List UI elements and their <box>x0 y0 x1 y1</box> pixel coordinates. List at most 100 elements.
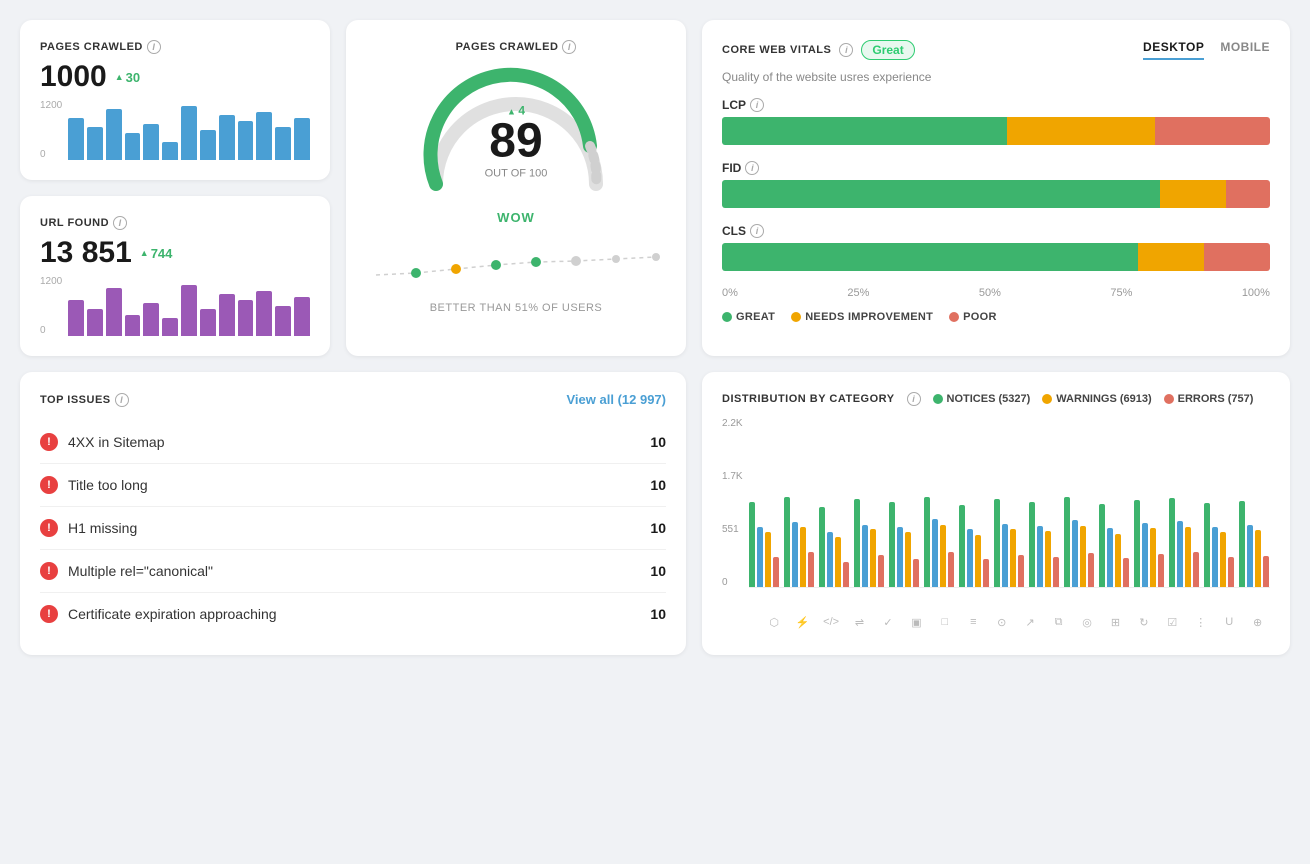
dist-bar <box>1142 523 1148 587</box>
issue-error-icon: ! <box>40 433 58 451</box>
dist-bar <box>1150 528 1156 587</box>
dist-bar <box>808 552 814 587</box>
bar <box>181 285 197 336</box>
cls-red-seg <box>1204 243 1270 271</box>
issue-name-0: 4XX in Sitemap <box>68 434 640 450</box>
dist-col <box>819 507 850 587</box>
dist-legend-notices: NOTICES (5327) <box>933 393 1031 405</box>
cwv-cls-label: CLS i <box>722 224 1270 238</box>
bar <box>219 294 235 336</box>
dist-bar <box>1193 552 1199 587</box>
pages-crawled-y-labels: 1200 0 <box>40 100 62 160</box>
fid-orange-seg <box>1160 180 1226 208</box>
url-found-info-icon[interactable]: i <box>113 216 127 230</box>
dist-bar <box>1169 498 1175 587</box>
url-found-value: 13 851 744 <box>40 236 310 270</box>
dist-bars-container <box>749 418 1270 588</box>
view-all-link[interactable]: View all (12 997) <box>567 392 667 407</box>
bar <box>256 291 272 336</box>
pages-crawled-chart: 1200 0 <box>40 100 310 160</box>
cwv-header: CORE WEB VITALS i Great DESKTOP MOBILE <box>722 40 1270 60</box>
issue-error-icon: ! <box>40 476 58 494</box>
dist-bar <box>843 562 849 587</box>
bar <box>68 300 84 336</box>
dist-bar <box>792 522 798 587</box>
pages-crawled-info-icon[interactable]: i <box>147 40 161 54</box>
dist-bar <box>932 519 938 587</box>
dist-bar <box>870 529 876 587</box>
dist-bar <box>1220 532 1226 587</box>
dist-col <box>784 497 815 587</box>
dist-bar <box>1263 556 1269 587</box>
issue-error-icon: ! <box>40 562 58 580</box>
top-issues-info-icon[interactable]: i <box>115 393 129 407</box>
dist-bar <box>948 552 954 587</box>
dist-bar <box>827 532 833 587</box>
dist-col <box>1064 497 1095 587</box>
dist-bar <box>959 505 965 587</box>
lcp-orange-seg <box>1007 117 1155 145</box>
issue-count-4: 10 <box>650 606 666 622</box>
dist-y-labels: 2.2K 1.7K 551 0 <box>722 418 743 588</box>
dist-bar <box>1239 501 1245 587</box>
lcp-info-icon[interactable]: i <box>750 98 764 112</box>
dist-legend-warnings: WARNINGS (6913) <box>1042 393 1151 405</box>
dist-bar <box>773 557 779 587</box>
dist-dot-warnings <box>1042 394 1052 404</box>
dist-bar <box>994 499 1000 587</box>
gauge-footer: BETTER THAN 51% OF USERS <box>430 302 603 314</box>
bar <box>106 288 122 336</box>
dist-icon: ⋮ <box>1189 616 1213 629</box>
dist-col <box>854 499 885 587</box>
dist-col <box>1204 503 1235 587</box>
dist-bar <box>924 497 930 587</box>
dist-bar <box>940 525 946 587</box>
issue-error-icon: ! <box>40 519 58 537</box>
dist-col <box>994 499 1025 587</box>
legend-needs-improvement-dot <box>791 312 801 322</box>
issue-error-icon: ! <box>40 605 58 623</box>
dist-bar <box>1247 525 1253 587</box>
dist-icon: ⧉ <box>1046 616 1070 629</box>
cwv-lcp-label: LCP i <box>722 98 1270 112</box>
dist-bar <box>862 525 868 587</box>
dist-bar <box>749 502 755 587</box>
bar <box>181 106 197 160</box>
cls-info-icon[interactable]: i <box>750 224 764 238</box>
dist-bar <box>757 527 763 587</box>
dist-icon: ✓ <box>876 616 900 629</box>
gauge-out-of: OUT OF 100 <box>485 168 548 180</box>
dist-bar <box>1228 557 1234 587</box>
dist-bar <box>819 507 825 587</box>
dist-icon: ◎ <box>1075 616 1099 629</box>
bar <box>143 124 159 160</box>
gauge-info-icon[interactable]: i <box>562 40 576 54</box>
pages-crawled-title: PAGES CRAWLED i <box>40 40 310 54</box>
bar <box>162 318 178 336</box>
tab-mobile[interactable]: MOBILE <box>1220 40 1270 60</box>
dist-bar <box>1134 500 1140 587</box>
cls-orange-seg <box>1138 243 1204 271</box>
gauge-title: PAGES CRAWLED i <box>456 40 577 54</box>
dist-bar <box>1099 504 1105 587</box>
fid-info-icon[interactable]: i <box>745 161 759 175</box>
dist-icon: ↗ <box>1018 616 1042 629</box>
bar <box>200 130 216 160</box>
left-column: PAGES CRAWLED i 1000 30 1200 0 URL FOUND… <box>20 20 330 356</box>
distribution-info-icon[interactable]: i <box>907 392 921 406</box>
dist-bar <box>878 555 884 587</box>
cwv-x-axis: 0% 25% 50% 75% 100% <box>722 287 1270 299</box>
bar <box>87 127 103 160</box>
bar <box>87 309 103 336</box>
issue-count-0: 10 <box>650 434 666 450</box>
pages-crawled-value: 1000 30 <box>40 60 310 94</box>
dist-bar <box>897 527 903 587</box>
dist-icon: ⊞ <box>1103 616 1127 629</box>
cwv-lcp-bar <box>722 117 1270 145</box>
dist-bar <box>975 535 981 587</box>
dist-bar <box>835 537 841 587</box>
dist-bar <box>1053 557 1059 587</box>
tab-desktop[interactable]: DESKTOP <box>1143 40 1204 60</box>
cwv-info-icon[interactable]: i <box>839 43 853 57</box>
dist-icon: □ <box>933 616 957 629</box>
